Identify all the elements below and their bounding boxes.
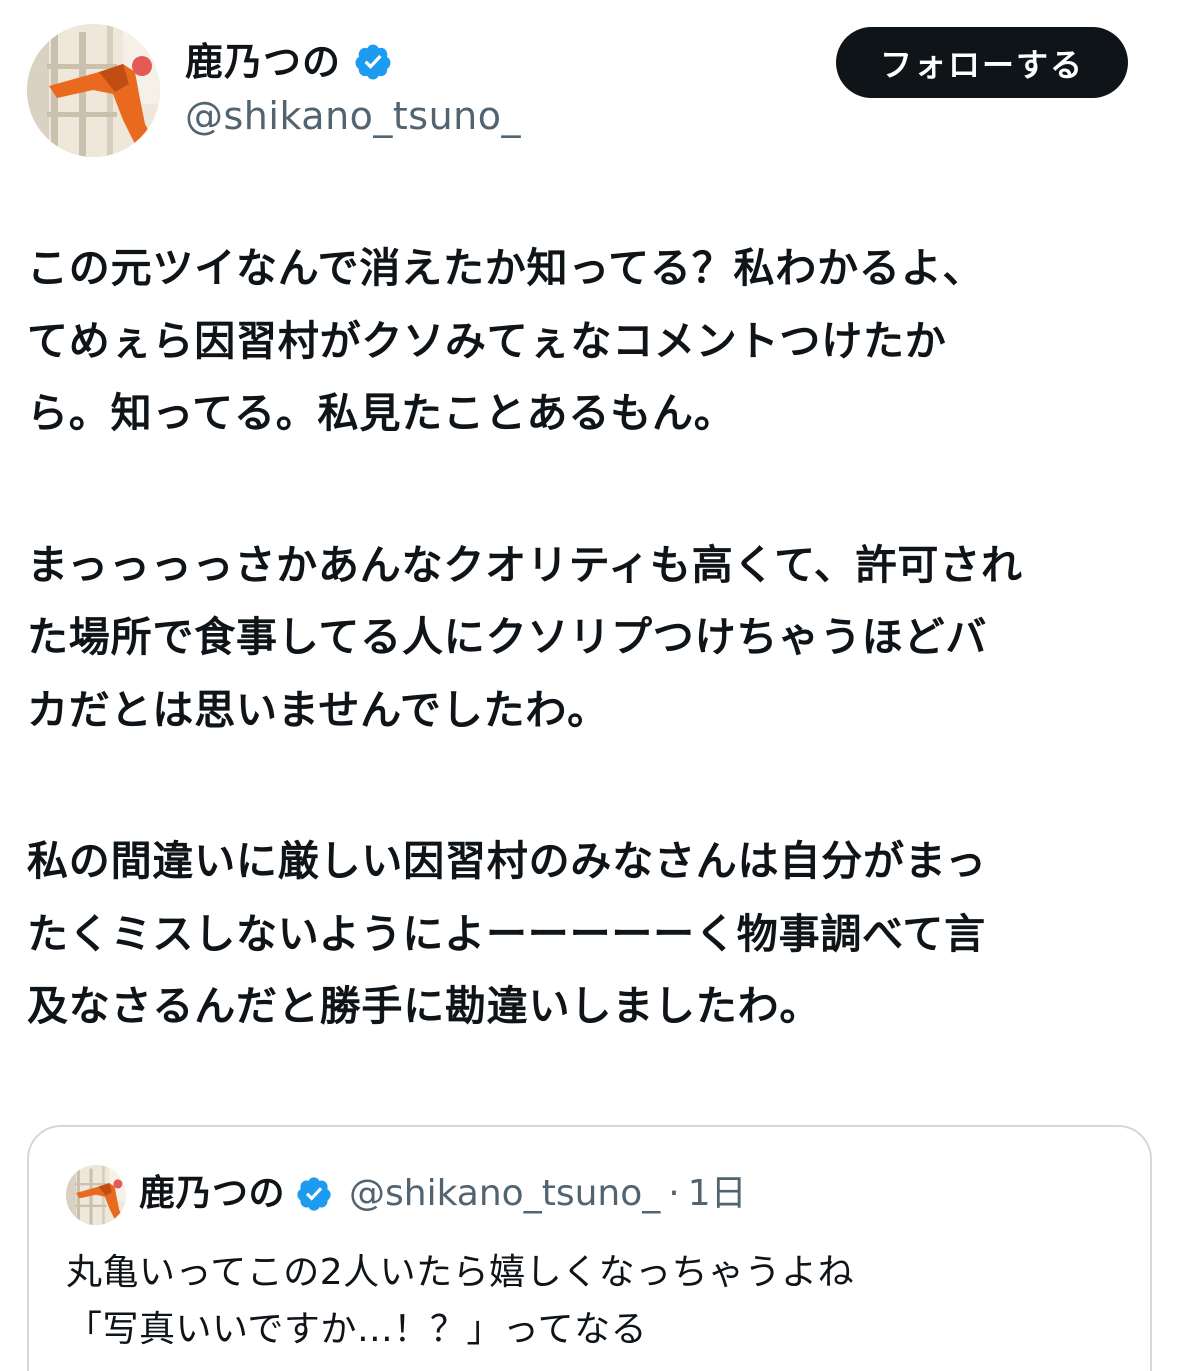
tweet-line: ら。知ってる。私見たことあるもん。 — [27, 389, 736, 437]
tweet-paragraph: この元ツイなんで消えたか知ってる？私わかるよ、 てめぇら因習村がクソみてぇなコメ… — [27, 232, 1152, 450]
tweet-line: この元ツイなんで消えたか知ってる？私わかるよ、 — [27, 244, 985, 292]
tweet-line: 私の間違いに厳しい因習村のみなさんは自分がまっ — [27, 837, 987, 885]
tweet-paragraph: 私の間違いに厳しい因習村のみなさんは自分がまっ たくミスしないようによーーーーー… — [27, 825, 1152, 1043]
avatar-image — [27, 24, 160, 157]
tweet-paragraph: まっっっっさかあんなクオリティも高くて、許可され た場所で食事してる人にクソリプ… — [27, 529, 1152, 747]
tweet-line: カだとは思いませんでしたわ。 — [27, 685, 609, 734]
separator-dot: · — [668, 1173, 680, 1214]
tweet-text: この元ツイなんで消えたか知ってる？私わかるよ、 てめぇら因習村がクソみてぇなコメ… — [27, 232, 1152, 1122]
verified-badge-icon — [297, 1177, 331, 1211]
quoted-display-name[interactable]: 鹿乃つの — [139, 1169, 285, 1219]
quoted-tweet[interactable]: 鹿乃つの @shikano_tsuno_ · 1日 丸亀いってこの2人いたら嬉し… — [27, 1125, 1152, 1371]
tweet-line: たくミスしないようによーーーーーく物事調べて言 — [27, 909, 986, 958]
avatar-image — [66, 1165, 126, 1225]
tweet-detail: 鹿乃つの @shikano_tsuno_ フォローする この元ツイなんで消えたか… — [0, 0, 1178, 1371]
quoted-line: 丸亀いってこの2人いたら嬉しくなっちゃうよね — [66, 1252, 855, 1293]
quoted-avatar[interactable] — [66, 1165, 126, 1225]
tweet-line: た場所で食事してる人にクソリプつけちゃうほどバ — [27, 613, 988, 661]
quoted-handle[interactable]: @shikano_tsuno_ — [349, 1169, 660, 1219]
author-display-name[interactable]: 鹿乃つの — [185, 38, 341, 86]
quoted-text: 丸亀いってこの2人いたら嬉しくなっちゃうよね 「写真いいですか…！？」ってなる — [66, 1244, 854, 1358]
tweet-line: まっっっっさかあんなクオリティも高くて、許可され — [27, 540, 1023, 589]
verified-badge-icon — [355, 44, 391, 80]
author-name-row: 鹿乃つの — [185, 38, 393, 86]
quoted-line: 「写真いいですか…！？」ってなる — [66, 1309, 648, 1350]
author-handle[interactable]: @shikano_tsuno_ — [185, 92, 521, 140]
avatar[interactable] — [27, 24, 160, 157]
quoted-timestamp[interactable]: 1日 — [688, 1169, 747, 1219]
quoted-header: 鹿乃つの @shikano_tsuno_ · 1日 — [139, 1169, 747, 1219]
tweet-line: てめぇら因習村がクソみてぇなコメントつけたか — [27, 316, 947, 365]
follow-button[interactable]: フォローする — [836, 27, 1128, 98]
tweet-line: 及なさるんだと勝手に勘違いしましたわ。 — [27, 982, 822, 1030]
